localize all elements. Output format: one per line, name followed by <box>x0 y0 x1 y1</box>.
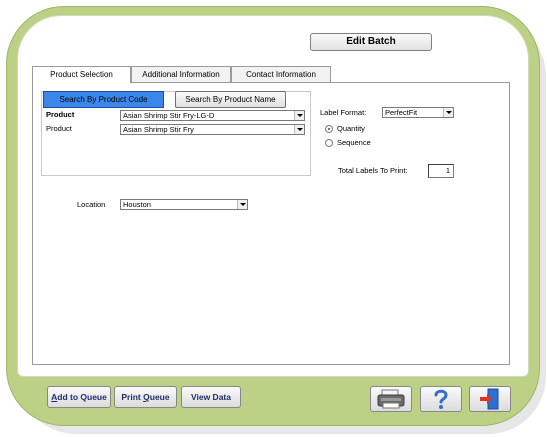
view-data-button[interactable]: View Data <box>181 386 241 408</box>
label-format-select[interactable]: PerfectFit <box>382 107 454 118</box>
add-to-queue-button[interactable]: Add to Queue <box>47 386 111 408</box>
print-queue-button[interactable]: Print Queue <box>114 386 177 408</box>
product-label-2: Product <box>46 124 72 133</box>
exit-door-icon <box>480 388 499 410</box>
help-icon <box>434 389 448 409</box>
location-label: Location <box>77 200 106 209</box>
chevron-down-icon[interactable] <box>294 125 304 134</box>
tab-contact-information[interactable]: Contact Information <box>231 66 331 82</box>
label-format-label: Label Format: <box>320 108 367 117</box>
location-select[interactable]: Houston <box>120 199 248 210</box>
search-by-product-code-button[interactable]: Search By Product Code <box>43 91 164 108</box>
quantity-radio[interactable] <box>325 125 333 133</box>
tab-additional-information[interactable]: Additional Information <box>131 66 231 82</box>
print-queue-accesskey: Q <box>143 392 150 402</box>
print-queue-pre: Print <box>121 392 144 402</box>
label-format-value: PerfectFit <box>385 108 418 117</box>
product-select-1[interactable]: Asian Shrimp Stir Fry-LG-D <box>120 110 305 121</box>
product-label-1: Product <box>46 110 75 119</box>
quantity-label: Quantity <box>337 124 365 133</box>
product-select-2-value: Asian Shrimp Stir Fry <box>123 125 194 134</box>
tab-product-selection[interactable]: Product Selection <box>32 66 131 83</box>
total-labels-input[interactable]: 1 <box>428 164 454 178</box>
print-button[interactable] <box>370 386 412 412</box>
exit-button[interactable] <box>469 386 511 412</box>
help-button[interactable] <box>420 386 462 412</box>
add-to-queue-post: dd to Queue <box>57 392 107 402</box>
chevron-down-icon[interactable] <box>294 111 304 120</box>
total-labels-label: Total Labels To Print: <box>338 166 408 175</box>
product-select-1-value: Asian Shrimp Stir Fry-LG-D <box>123 111 215 120</box>
edit-batch-button[interactable]: Edit Batch <box>310 33 432 51</box>
print-queue-post: ueue <box>149 392 170 402</box>
location-value: Houston <box>123 200 151 209</box>
chevron-down-icon[interactable] <box>237 200 247 209</box>
search-by-product-name-button[interactable]: Search By Product Name <box>175 91 286 108</box>
sequence-radio[interactable] <box>325 139 333 147</box>
chevron-down-icon[interactable] <box>443 108 453 117</box>
sequence-label: Sequence <box>337 138 371 147</box>
product-select-2[interactable]: Asian Shrimp Stir Fry <box>120 124 305 135</box>
printer-icon <box>377 389 405 409</box>
